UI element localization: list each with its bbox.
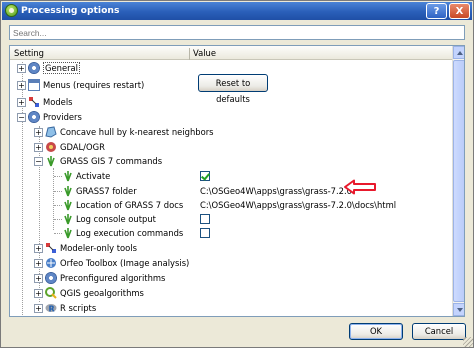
hull-icon [45, 126, 57, 138]
tree-row-log-console[interactable]: Log console output [10, 212, 452, 226]
scroll-up-arrow-icon[interactable] [453, 46, 464, 59]
gear-icon [45, 272, 57, 284]
tree-guide [54, 233, 62, 234]
header-divider [189, 48, 190, 60]
resize-grip-icon[interactable] [463, 337, 473, 347]
search-input[interactable] [9, 25, 465, 40]
tree-row-general[interactable]: + General [10, 61, 452, 75]
tree-row-grass7[interactable]: − GRASS GIS 7 commands [10, 154, 452, 168]
tree-row-r-scripts[interactable]: + R R scripts [10, 301, 452, 315]
tree-label-modeler-only: Modeler-only tools [60, 243, 137, 253]
tree-label-orfeo: Orfeo Toolbox (Image analysis) [60, 258, 190, 268]
grass-icon [64, 228, 72, 239]
model-icon [46, 243, 56, 253]
grass-icon [64, 200, 72, 211]
tree-label-models: Models [43, 97, 73, 107]
r-logo-icon: R [45, 304, 57, 314]
collapse-toggle[interactable]: − [34, 157, 43, 166]
grass-icon [47, 156, 55, 167]
reset-to-defaults-button[interactable]: Reset to defaults [198, 74, 268, 104]
grass-icon [64, 186, 72, 197]
tree-guide [54, 191, 62, 192]
tree-label-general: General [43, 62, 81, 74]
orfeo-icon [46, 258, 56, 268]
value-column-header[interactable]: Value [193, 48, 216, 58]
tree-label-grass7-docs: Location of GRASS 7 docs [76, 200, 184, 210]
tree-row-modeler-only[interactable]: + Modeler-only tools [10, 241, 452, 255]
tree-header: Setting Value [10, 46, 452, 60]
tree-label-grass7-folder: GRASS7 folder [76, 186, 137, 196]
tree-label-menus: Menus (requires restart) [43, 80, 145, 90]
gear-icon [28, 62, 40, 74]
title-bar[interactable]: Processing options ? X [2, 2, 472, 20]
collapse-toggle[interactable]: − [17, 113, 26, 122]
activate-checkbox[interactable] [200, 171, 210, 181]
gear-icon [28, 111, 40, 123]
tree-label-qgis-geo: QGIS geoalgorithms [60, 288, 144, 298]
expand-toggle[interactable]: + [17, 64, 26, 73]
expand-toggle[interactable]: + [17, 98, 26, 107]
log-commands-checkbox[interactable] [200, 228, 210, 238]
annotation-arrow-icon [344, 179, 376, 195]
tree-label-providers: Providers [43, 112, 82, 122]
tree-label-r-scripts: R scripts [60, 303, 97, 313]
tree-row-orfeo[interactable]: + Orfeo Toolbox (Image analysis) [10, 256, 452, 270]
ok-button[interactable]: OK [349, 323, 403, 340]
grass7-docs-value[interactable]: C:\OSGeo4W\apps\grass\grass-7.2.0\docs\h… [200, 200, 396, 210]
tree-row-log-commands[interactable]: Log execution commands [10, 226, 452, 240]
grass7-folder-value[interactable]: C:\OSGeo4W\apps\grass\grass-7.2.0 [200, 186, 352, 196]
tree-guide [54, 219, 62, 220]
grass-icon [64, 171, 72, 182]
window-title: Processing options [21, 5, 120, 16]
tree-label-preconfigured: Preconfigured algorithms [60, 273, 166, 283]
tree-row-activate[interactable]: Activate [10, 169, 452, 183]
tree-label-activate: Activate [76, 171, 111, 181]
tree-row-gdal[interactable]: + GDAL/OGR [10, 140, 452, 154]
gdal-icon [46, 142, 56, 152]
expand-toggle[interactable]: + [34, 128, 43, 137]
expand-toggle[interactable]: + [34, 289, 43, 298]
menu-icon [28, 79, 40, 91]
expand-toggle[interactable]: + [34, 259, 43, 268]
grass-icon [64, 214, 72, 225]
tree-label-concave-hull: Concave hull by k-nearest neighbors [60, 127, 214, 137]
svg-text:R: R [49, 305, 55, 314]
tree-guide [54, 205, 62, 206]
expand-toggle[interactable]: + [34, 304, 43, 313]
qgis-logo-icon [5, 4, 18, 17]
tree-row-preconfigured[interactable]: + Preconfigured algorithms [10, 271, 452, 285]
scrollbar-thumb[interactable] [453, 60, 464, 302]
processing-options-dialog: Processing options ? X Setting Value + G… [0, 0, 474, 348]
tree-label-log-console: Log console output [76, 214, 156, 224]
tree-row-providers[interactable]: − Providers [10, 110, 452, 124]
tree-label-grass7: GRASS GIS 7 commands [60, 156, 163, 166]
expand-toggle[interactable]: + [34, 143, 43, 152]
qgis-icon [45, 287, 57, 299]
model-icon [29, 97, 39, 107]
tree-row-concave-hull[interactable]: + Concave hull by k-nearest neighbors [10, 125, 452, 139]
vertical-scrollbar[interactable] [452, 46, 464, 316]
expand-toggle[interactable]: + [34, 274, 43, 283]
tree-row-qgis-geo[interactable]: + QGIS geoalgorithms [10, 286, 452, 300]
scroll-down-arrow-icon[interactable] [453, 303, 464, 316]
tree-row-grass7-docs[interactable]: Location of GRASS 7 docs C:\OSGeo4W\apps… [10, 198, 452, 212]
tree-guide [54, 176, 62, 177]
tree-label-log-commands: Log execution commands [76, 228, 184, 238]
expand-toggle[interactable]: + [34, 244, 43, 253]
cancel-button[interactable]: Cancel [412, 323, 466, 340]
log-console-checkbox[interactable] [200, 214, 210, 224]
help-button[interactable]: ? [426, 3, 447, 19]
tree-label-gdal: GDAL/OGR [60, 142, 105, 152]
tree-row-grass7-folder[interactable]: GRASS7 folder C:\OSGeo4W\apps\grass\gras… [10, 184, 452, 198]
setting-column-header[interactable]: Setting [14, 48, 44, 58]
tree-row-models[interactable]: + Models [10, 95, 452, 109]
expand-toggle[interactable]: + [17, 81, 26, 90]
close-button[interactable]: X [449, 3, 470, 19]
settings-tree: Setting Value + General + Menus (require… [9, 45, 465, 317]
